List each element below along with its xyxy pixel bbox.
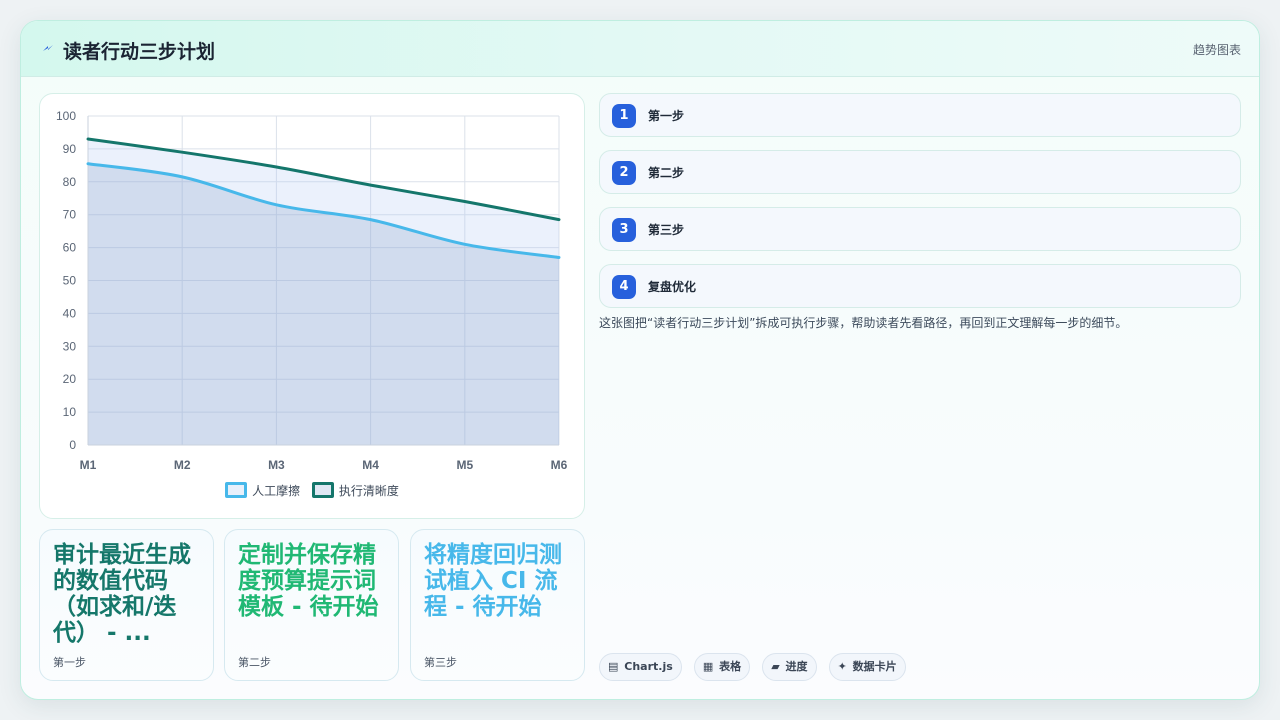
trend-chart: 0 10 20 30 40 50 60 70 80 90 100 M1 M2 M3 M4 M5 M6 bbox=[56, 109, 568, 472]
step-label: 第一步 bbox=[648, 109, 685, 123]
step-label: 第二步 bbox=[648, 166, 685, 180]
step-number: 1 bbox=[612, 104, 636, 128]
legend-swatch-series-1 bbox=[225, 482, 248, 498]
x-tick-label: M3 bbox=[268, 458, 285, 472]
chart-legend: 人工摩擦 执行清晰度 bbox=[40, 482, 584, 500]
data-card-caption: 第二步 bbox=[238, 656, 271, 669]
step-item-2[interactable]: 2 第二步 bbox=[599, 150, 1241, 194]
data-card-2[interactable]: 定制并保存精度预算提示词模板 - 待开始 第二步 bbox=[224, 529, 399, 681]
y-tick-label: 40 bbox=[63, 306, 77, 320]
progress-icon: ▰ bbox=[771, 660, 780, 673]
y-tick-label: 70 bbox=[63, 208, 77, 222]
chart-panel: 0 10 20 30 40 50 60 70 80 90 100 M1 M2 M3 M4 M5 M6 人工摩擦 … bbox=[39, 93, 585, 519]
data-card-title: 审计最近生成的数值代码（如求和/迭代） - ... bbox=[53, 542, 191, 646]
page-title: 读者行动三步计划 bbox=[63, 41, 216, 63]
y-tick-label: 50 bbox=[63, 274, 77, 288]
step-item-3[interactable]: 3 第三步 bbox=[599, 207, 1241, 251]
x-tick-label: M1 bbox=[80, 458, 97, 472]
step-item-4[interactable]: 4 复盘优化 bbox=[599, 264, 1241, 308]
main-card: 读者行动三步计划 趋势图表 0 10 20 30 40 50 60 70 80 90 100 M1 M2… bbox=[20, 20, 1260, 700]
legend-swatch-series-2 bbox=[311, 482, 334, 498]
data-card-3[interactable]: 将精度回归测试植入 CI 流程 - 待开始 第三步 bbox=[410, 529, 585, 681]
y-tick-label: 30 bbox=[63, 339, 77, 353]
data-card-caption: 第一步 bbox=[53, 656, 86, 669]
step-list: 1 第一步 2 第二步 3 第三步 4 复盘优化 bbox=[599, 93, 1241, 321]
y-tick-label: 20 bbox=[63, 372, 77, 386]
chip-chartjs[interactable]: ▤ Chart.js bbox=[599, 653, 682, 681]
step-label: 复盘优化 bbox=[648, 280, 697, 294]
sparkle-icon: ✦ bbox=[837, 660, 847, 673]
chart-description: 这张图把“读者行动三步计划”拆成可执行步骤，帮助读者先看路径，再回到正文理解每一… bbox=[599, 316, 1128, 330]
y-tick-label: 80 bbox=[63, 175, 77, 189]
legend-label-series-1: 人工摩擦 bbox=[252, 484, 301, 498]
y-tick-label: 100 bbox=[56, 109, 76, 123]
step-number: 2 bbox=[612, 161, 636, 185]
header-bar: 读者行动三步计划 趋势图表 bbox=[21, 21, 1259, 77]
feature-chips: ▤ Chart.js ▦ 表格 ▰ 进度 ✦ 数据卡片 bbox=[599, 653, 913, 681]
step-number: 4 bbox=[612, 275, 636, 299]
step-label: 第三步 bbox=[648, 223, 685, 237]
y-tick-label: 90 bbox=[63, 142, 77, 156]
legend-item-series-2[interactable]: 执行清晰度 bbox=[311, 482, 399, 499]
chip-label: 表格 bbox=[719, 660, 742, 673]
x-tick-label: M6 bbox=[551, 458, 568, 472]
chart-icon: ▤ bbox=[608, 660, 619, 673]
step-item-1[interactable]: 1 第一步 bbox=[599, 93, 1241, 137]
data-card-1[interactable]: 审计最近生成的数值代码（如求和/迭代） - ... 第一步 bbox=[39, 529, 214, 681]
chip-label: 数据卡片 bbox=[852, 660, 897, 673]
step-number: 3 bbox=[612, 218, 636, 242]
legend-label-series-2: 执行清晰度 bbox=[338, 484, 399, 498]
x-tick-label: M4 bbox=[362, 458, 379, 472]
y-tick-label: 60 bbox=[63, 241, 77, 255]
x-tick-label: M2 bbox=[174, 458, 191, 472]
chip-label: 进度 bbox=[785, 660, 808, 673]
lightning-icon bbox=[43, 45, 53, 51]
x-tick-label: M5 bbox=[456, 458, 473, 472]
chip-data-cards[interactable]: ✦ 数据卡片 bbox=[828, 653, 906, 681]
data-card-caption: 第三步 bbox=[424, 656, 457, 669]
chip-progress[interactable]: ▰ 进度 bbox=[762, 653, 817, 681]
legend-item-series-1[interactable]: 人工摩擦 bbox=[225, 482, 300, 499]
y-tick-label: 0 bbox=[69, 438, 76, 452]
y-tick-label: 10 bbox=[63, 405, 77, 419]
table-icon: ▦ bbox=[702, 660, 714, 673]
data-card-title: 定制并保存精度预算提示词模板 - 待开始 bbox=[238, 542, 379, 620]
chip-table[interactable]: ▦ 表格 bbox=[693, 653, 751, 681]
chip-label: Chart.js bbox=[624, 660, 673, 673]
chart-type-tag: 趋势图表 bbox=[1192, 43, 1241, 57]
data-card-title: 将精度回归测试植入 CI 流程 - 待开始 bbox=[424, 542, 562, 620]
